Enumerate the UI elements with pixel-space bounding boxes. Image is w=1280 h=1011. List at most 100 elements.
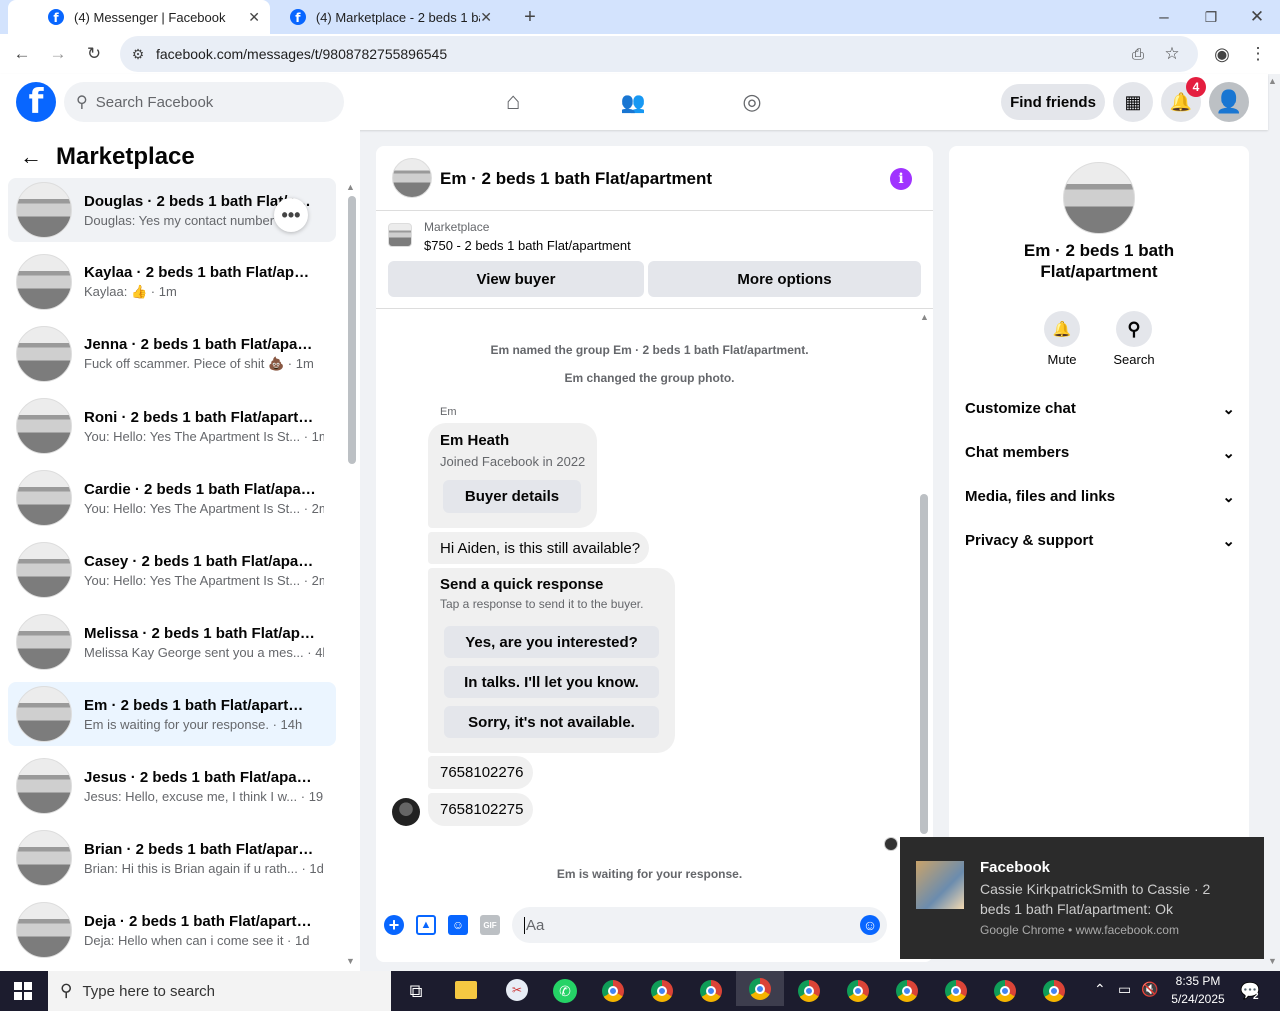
windows-start-icon[interactable] — [14, 982, 32, 1000]
friends-icon[interactable]: 👥 — [618, 88, 648, 116]
chrome-menu-icon[interactable]: ⋮ — [1246, 42, 1270, 66]
conversation-avatar — [16, 614, 72, 670]
restore-icon[interactable]: ❐ — [1199, 5, 1223, 29]
section-chat-members[interactable]: Chat members ⌄ — [965, 444, 1235, 462]
more-actions-icon[interactable]: ••• — [274, 198, 308, 232]
window-close-icon[interactable]: ✕ — [1245, 5, 1269, 29]
home-icon[interactable]: ⌂ — [498, 88, 528, 116]
section-customize-chat[interactable]: Customize chat ⌄ — [965, 400, 1235, 418]
back-arrow-icon[interactable]: ← — [20, 144, 42, 170]
whatsapp-icon[interactable]: ✆ — [553, 979, 577, 1003]
info-icon[interactable]: i — [890, 168, 912, 190]
sticker-icon[interactable]: ☺ — [448, 915, 468, 935]
chrome-taskbar-icon[interactable] — [990, 976, 1020, 1006]
conversation-row[interactable]: Em · 2 beds 1 bath Flat/apartment Em is w… — [8, 682, 336, 746]
message-bubble[interactable]: 7658102275 — [428, 793, 533, 826]
scroll-down-arrow-icon[interactable]: ▼ — [346, 956, 355, 966]
back-icon[interactable]: ← — [10, 42, 34, 66]
listing-thumbnail[interactable] — [388, 223, 412, 247]
search-icon[interactable]: ⚲ — [1116, 311, 1152, 347]
menu-grid-icon[interactable]: ▦ — [1113, 82, 1153, 122]
chat-avatar[interactable] — [392, 158, 432, 198]
chat-scrollbar[interactable] — [920, 494, 928, 834]
show-hidden-icons[interactable]: ⌃ — [1094, 981, 1106, 998]
conversation-row[interactable]: Cardie · 2 beds 1 bath Flat/apartment You… — [8, 466, 336, 530]
quick-reply-in-talks-button[interactable]: In talks. I'll let you know. — [444, 666, 659, 698]
quick-reply-not-available-button[interactable]: Sorry, it's not available. — [444, 706, 659, 738]
view-buyer-button[interactable]: View buyer — [388, 261, 644, 297]
listing-title[interactable]: $750 - 2 beds 1 bath Flat/apartment — [424, 238, 631, 253]
desktop-notification[interactable]: Facebook Cassie KirkpatrickSmith to Cass… — [900, 837, 1264, 959]
scroll-up-arrow-icon[interactable]: ▲ — [920, 312, 929, 322]
conversation-row[interactable]: Kaylaa · 2 beds 1 bath Flat/apartment Kay… — [8, 250, 336, 314]
emoji-icon[interactable]: ☺ — [860, 915, 880, 935]
mute-bell-icon[interactable]: 🔔 — [1044, 311, 1080, 347]
find-friends-button[interactable]: Find friends — [1001, 84, 1105, 120]
message-composer-input[interactable]: Aa — [512, 907, 887, 943]
mute-label[interactable]: Mute — [1032, 352, 1092, 367]
chrome-taskbar-icon[interactable] — [941, 976, 971, 1006]
conversation-avatar — [16, 398, 72, 454]
more-options-button[interactable]: More options — [648, 261, 921, 297]
page-scroll-up-icon[interactable]: ▲ — [1268, 76, 1277, 86]
file-explorer-icon[interactable] — [455, 981, 477, 999]
conversation-row[interactable]: Deja · 2 beds 1 bath Flat/apartment Deja:… — [8, 898, 336, 962]
conversation-row[interactable]: Brian · 2 beds 1 bath Flat/apartment Bria… — [8, 826, 336, 890]
conversation-row[interactable]: Melissa · 2 beds 1 bath Flat/apartment Me… — [8, 610, 336, 674]
taskbar-time[interactable]: 8:35 PM — [1166, 974, 1230, 988]
group-photo[interactable] — [1063, 162, 1135, 234]
tab-messenger[interactable]: f (4) Messenger | Facebook ✕ — [8, 0, 270, 34]
quick-reply-yes-button[interactable]: Yes, are you interested? — [444, 626, 659, 658]
attach-image-icon[interactable]: ▲ — [416, 915, 436, 935]
chrome-taskbar-icon[interactable] — [794, 976, 824, 1006]
profile-icon[interactable]: ◉ — [1210, 42, 1234, 66]
scroll-up-arrow-icon[interactable]: ▲ — [346, 182, 355, 192]
chrome-taskbar-icon[interactable] — [736, 971, 784, 1006]
taskbar-date[interactable]: 5/24/2025 — [1166, 992, 1230, 1006]
conversation-row[interactable]: Roni · 2 beds 1 bath Flat/apartment You: … — [8, 394, 336, 458]
close-tab-icon[interactable]: ✕ — [248, 9, 260, 26]
gif-icon[interactable]: GIF — [480, 915, 500, 935]
address-bar[interactable]: ⚙ facebook.com/messages/t/98087827558965… — [120, 36, 1198, 72]
chrome-taskbar-icon[interactable] — [892, 976, 922, 1006]
chrome-icon — [994, 980, 1016, 1002]
sidebar-scrollbar[interactable] — [348, 196, 356, 464]
network-icon[interactable]: ▭ — [1118, 981, 1131, 998]
bookmark-star-icon[interactable]: ☆ — [1160, 42, 1184, 66]
buyer-details-button[interactable]: Buyer details — [443, 480, 581, 513]
groups-icon[interactable]: ◎ — [737, 88, 767, 116]
install-app-icon[interactable]: ⎙ — [1126, 42, 1150, 66]
message-bubble[interactable]: Hi Aiden, is this still available? — [428, 532, 649, 564]
chrome-taskbar-icon[interactable] — [598, 976, 628, 1006]
conversation-text: Melissa · 2 beds 1 bath Flat/apartment Me… — [84, 625, 336, 660]
minimize-icon[interactable]: – — [1152, 5, 1176, 29]
site-info-icon[interactable]: ⚙ — [126, 42, 150, 66]
conversation-row[interactable]: Jesus · 2 beds 1 bath Flat/apartment Jesu… — [8, 754, 336, 818]
close-tab-icon[interactable]: ✕ — [480, 9, 492, 26]
account-avatar-icon[interactable]: 👤 — [1209, 82, 1249, 122]
message-bubble[interactable]: 7658102276 — [428, 756, 533, 789]
forward-icon[interactable]: → — [46, 42, 70, 66]
search-label[interactable]: Search — [1104, 352, 1164, 367]
new-tab-icon[interactable]: + — [518, 5, 542, 29]
task-view-icon[interactable]: ⧉ — [405, 980, 427, 1002]
facebook-logo-icon[interactable]: f — [16, 82, 56, 122]
page-scroll-down-icon[interactable]: ▼ — [1268, 956, 1277, 966]
chrome-taskbar-icon[interactable] — [696, 976, 726, 1006]
chat-title[interactable]: Em · 2 beds 1 bath Flat/apartment — [440, 169, 712, 189]
tab-marketplace[interactable]: f (4) Marketplace - 2 beds 1 bath ✕ — [280, 0, 502, 34]
search-input[interactable]: ⚲ Search Facebook — [64, 82, 344, 122]
reload-icon[interactable]: ↻ — [82, 42, 106, 66]
sender-avatar[interactable] — [392, 798, 420, 826]
conversation-row[interactable]: Jenna · 2 beds 1 bath Flat/apartment Fuck… — [8, 322, 336, 386]
section-media-files-links[interactable]: Media, files and links ⌄ — [965, 488, 1235, 506]
chrome-taskbar-icon[interactable] — [647, 976, 677, 1006]
conversation-row[interactable]: Casey · 2 beds 1 bath Flat/apartment You:… — [8, 538, 336, 602]
chrome-taskbar-icon[interactable] — [843, 976, 873, 1006]
add-actions-icon[interactable]: + — [384, 915, 404, 935]
taskbar-search-input[interactable]: ⚲ Type here to search — [48, 971, 391, 1011]
section-privacy-support[interactable]: Privacy & support ⌄ — [965, 532, 1235, 550]
chrome-taskbar-icon[interactable] — [1039, 976, 1069, 1006]
snip-app-icon[interactable]: ✂ — [506, 979, 528, 1001]
volume-muted-icon[interactable]: 🔇 — [1141, 981, 1158, 998]
